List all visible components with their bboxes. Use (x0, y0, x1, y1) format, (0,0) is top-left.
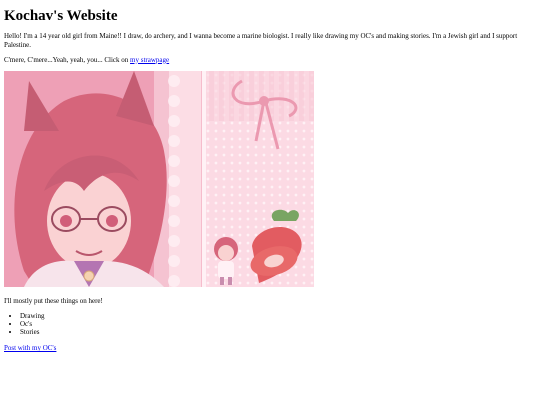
page-content: Kochav's Website Hello! I'm a 14 year ol… (0, 0, 540, 353)
list-item: Oc's (20, 320, 536, 328)
post-oc-link[interactable]: Post with my OC's (4, 344, 56, 352)
cta-text: C'mere, C'mere...Yeah, yeah, you... Clic… (4, 55, 131, 64)
post-paragraph: Post with my OC's (4, 344, 536, 353)
intro-paragraph: Hello! I'm a 14 year old girl from Maine… (4, 31, 518, 49)
list-item: Stories (20, 328, 536, 336)
page-title: Kochav's Website (4, 8, 118, 24)
list-item: Drawing (20, 312, 536, 320)
strawpage-link[interactable]: my strawpage (130, 56, 169, 64)
mostly-paragraph: I'll mostly put these things on here! (4, 296, 103, 305)
topic-list: Drawing Oc's Stories (4, 312, 536, 336)
hero-image (4, 70, 314, 287)
cta-paragraph: C'mere, C'mere...Yeah, yeah, you... Clic… (4, 56, 536, 65)
